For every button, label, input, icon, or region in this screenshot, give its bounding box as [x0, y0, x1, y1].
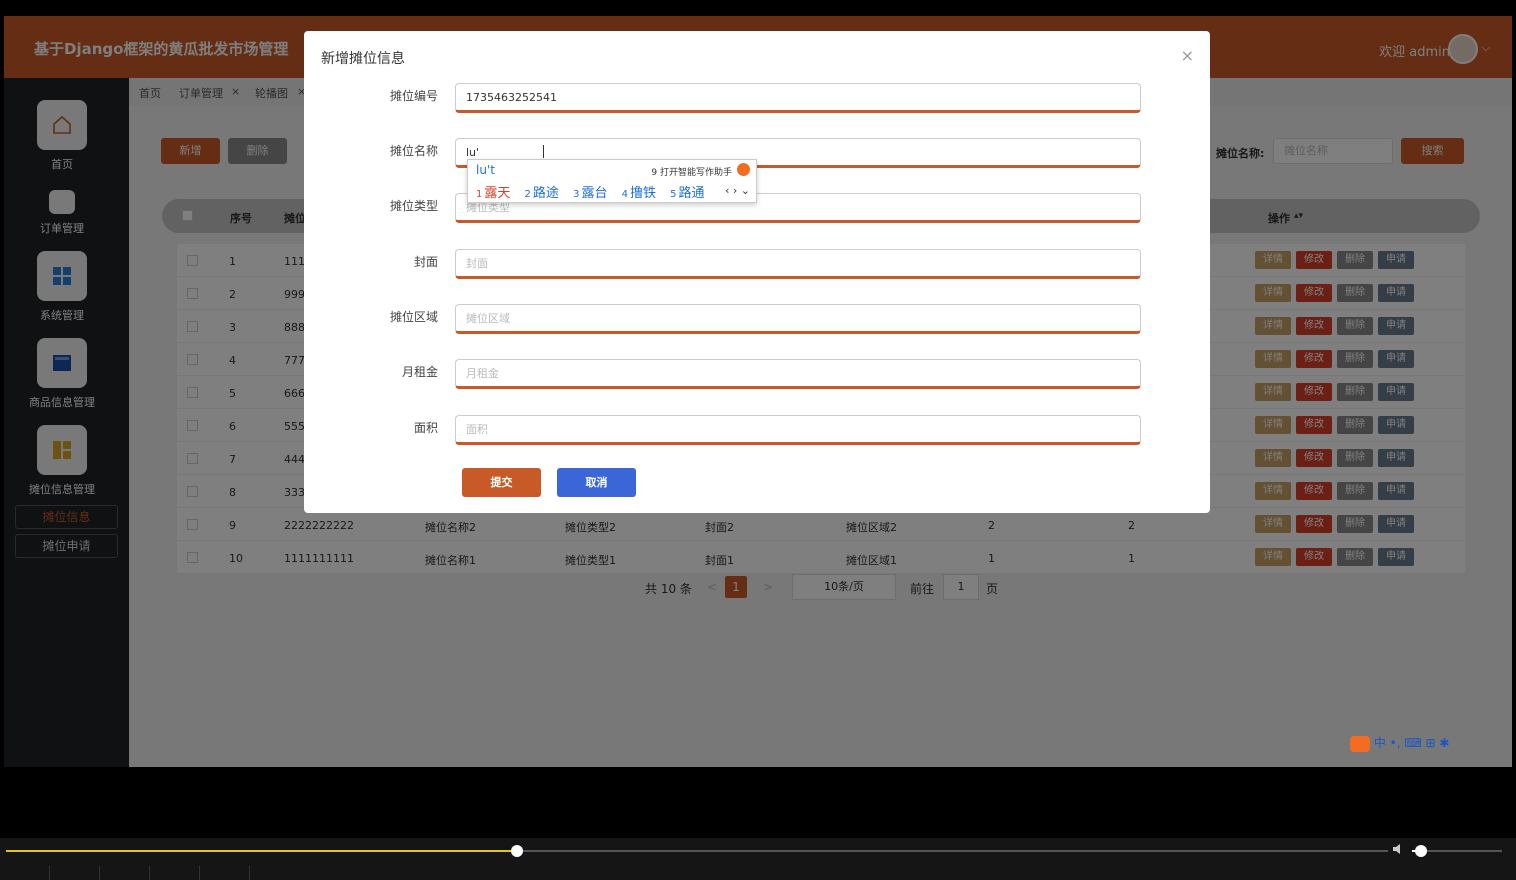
text-cursor — [543, 145, 544, 158]
add-stall-dialog: 新增摊位信息 × 摊位编号 1735463252541 摊位名称 lu' 摊位类… — [304, 31, 1210, 513]
monthly-rent-input[interactable]: 月租金 — [455, 359, 1141, 389]
player-strip-cell — [50, 866, 100, 880]
field-label-code: 摊位编号 — [389, 89, 438, 103]
ime-candidate-index: 3 — [573, 189, 580, 200]
ime-candidate[interactable]: 4 撸铁 — [622, 186, 656, 201]
player-bottom-strip — [0, 866, 260, 880]
app-window: 基于Django框架的黄瓜批发市场管理 欢迎 admin ⌵ 首页 订单管理 系… — [4, 16, 1512, 767]
video-player-controls — [0, 838, 1516, 880]
progress-handle[interactable] — [511, 845, 524, 857]
progress-fill — [6, 850, 518, 852]
field-label-area: 摊位区域 — [389, 310, 438, 324]
ime-candidate-text: 露天 — [484, 186, 511, 201]
ime-candidate-index: 1 — [476, 189, 483, 200]
sogou-logo-icon — [737, 163, 750, 176]
ime-candidate-popup: lu't 9 打开智能写作助手 1 露天 2 路途 3 露台 4 撸铁 5 路通 ‹ › … — [467, 159, 757, 203]
close-icon[interactable]: × — [1181, 46, 1194, 65]
ime-candidate-text: 路途 — [532, 186, 559, 201]
field-label-cover: 封面 — [413, 255, 438, 269]
sogou-logo-icon[interactable] — [1350, 735, 1370, 752]
player-strip-cell — [100, 866, 150, 880]
ime-page-arrows[interactable]: ‹ › ⌄ — [725, 184, 750, 197]
cover-input[interactable]: 封面 — [455, 249, 1141, 279]
size-input[interactable]: 面积 — [455, 415, 1141, 445]
volume-icon[interactable] — [1392, 842, 1406, 860]
ime-candidate-text: 露台 — [581, 186, 608, 201]
sogou-ime-toolbar[interactable]: 中 •, ⌨ ⊞ ✱ — [1350, 734, 1516, 752]
ime-candidate[interactable]: 3 露台 — [573, 186, 607, 201]
ime-candidate-index: 4 — [621, 189, 628, 200]
ime-candidate-list: 1 露天 2 路途 3 露台 4 撸铁 5 路通 — [476, 182, 715, 201]
field-label-name: 摊位名称 — [389, 144, 438, 158]
ime-toolbar-status[interactable]: 中 •, ⌨ ⊞ ✱ — [1374, 736, 1450, 750]
player-strip-cell — [200, 866, 250, 880]
volume-slider[interactable] — [1412, 845, 1502, 857]
cancel-button[interactable]: 取消 — [557, 468, 636, 497]
field-label-type: 摊位类型 — [389, 199, 438, 213]
player-strip-cell — [150, 866, 200, 880]
field-label-rent: 月租金 — [401, 365, 438, 379]
ime-candidate[interactable]: 5 路通 — [670, 186, 704, 201]
ime-candidate[interactable]: 2 路途 — [525, 186, 559, 201]
stall-area-input[interactable]: 摊位区域 — [455, 304, 1141, 334]
stall-code-input[interactable]: 1735463252541 — [455, 83, 1141, 113]
ime-candidate[interactable]: 1 露天 — [476, 186, 510, 201]
volume-handle[interactable] — [1415, 845, 1427, 857]
ime-writing-assistant-hint[interactable]: 9 打开智能写作助手 — [651, 165, 732, 178]
ime-candidate-index: 2 — [524, 189, 531, 200]
player-strip-cell — [0, 866, 50, 880]
ime-candidate-index: 5 — [670, 189, 677, 200]
ime-composition: lu't — [476, 163, 495, 177]
submit-button[interactable]: 提交 — [462, 468, 541, 497]
progress-bar[interactable] — [6, 845, 1388, 857]
dialog-title: 新增摊位信息 — [321, 51, 405, 67]
ime-candidate-text: 路通 — [678, 186, 705, 201]
field-label-size: 面积 — [413, 421, 438, 435]
ime-candidate-text: 撸铁 — [629, 186, 656, 201]
